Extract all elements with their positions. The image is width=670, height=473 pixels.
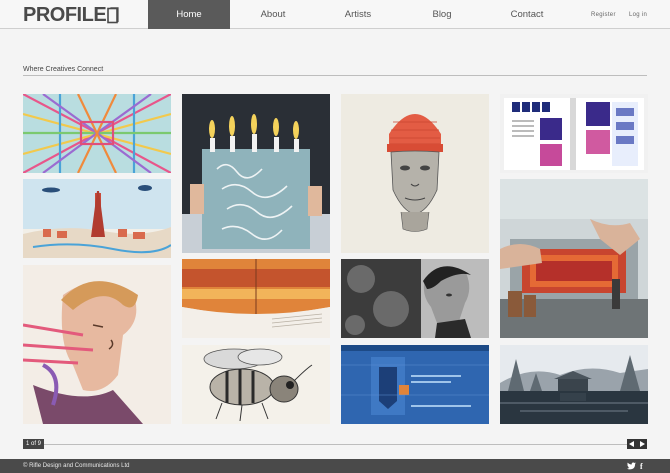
nav-home[interactable]: Home xyxy=(148,0,230,29)
gallery-tile-hat-portrait[interactable] xyxy=(341,94,489,253)
gallery-tile-open-book[interactable] xyxy=(182,259,330,338)
gallery-tile-screen-printing[interactable] xyxy=(500,179,648,338)
gallery-tile-magazine-spread[interactable] xyxy=(500,94,648,173)
nav-blog[interactable]: Blog xyxy=(400,0,484,29)
tagline: Where Creatives Connect xyxy=(23,66,104,73)
gallery-tile-candles-poster[interactable] xyxy=(182,94,330,253)
gallery-tile-snowy-lake[interactable] xyxy=(500,345,648,424)
nav-about[interactable]: About xyxy=(230,0,316,29)
twitter-icon[interactable] xyxy=(627,459,636,473)
logo-book-icon xyxy=(107,7,119,24)
facebook-icon[interactable]: f xyxy=(640,459,643,473)
nav-contact[interactable]: Contact xyxy=(484,0,570,29)
gallery-tile-bee-drawing[interactable] xyxy=(182,345,330,424)
site-footer: © Rifle Design and Communications Ltd f xyxy=(0,459,670,473)
chevron-right-icon[interactable] xyxy=(637,439,647,449)
site-header: PROFILE Home About Artists Blog Contact … xyxy=(0,0,670,29)
gallery-tile-bw-portrait[interactable] xyxy=(341,259,489,338)
page: PROFILE Home About Artists Blog Contact … xyxy=(0,0,670,473)
gallery-tile-geometric-pattern[interactable] xyxy=(23,94,171,173)
logo-text: PROFILE xyxy=(23,4,107,26)
gallery-tile-blackpool-tower[interactable] xyxy=(23,179,171,258)
copyright-text: © Rifle Design and Communications Ltd xyxy=(23,463,130,469)
login-link[interactable]: Log in xyxy=(629,0,647,29)
page-count: 1 of 9 xyxy=(23,439,45,449)
chevron-left-icon[interactable] xyxy=(627,439,637,449)
register-link[interactable]: Register xyxy=(591,0,616,29)
main-nav: Home About Artists Blog Contact xyxy=(148,0,570,29)
logo[interactable]: PROFILE xyxy=(23,5,119,25)
gallery-tile-book-cover-blue[interactable] xyxy=(341,345,489,424)
gallery-tile-portrait-painting[interactable] xyxy=(23,265,171,424)
tagline-divider xyxy=(23,75,647,76)
pager-divider xyxy=(23,444,647,445)
nav-artists[interactable]: Artists xyxy=(316,0,400,29)
